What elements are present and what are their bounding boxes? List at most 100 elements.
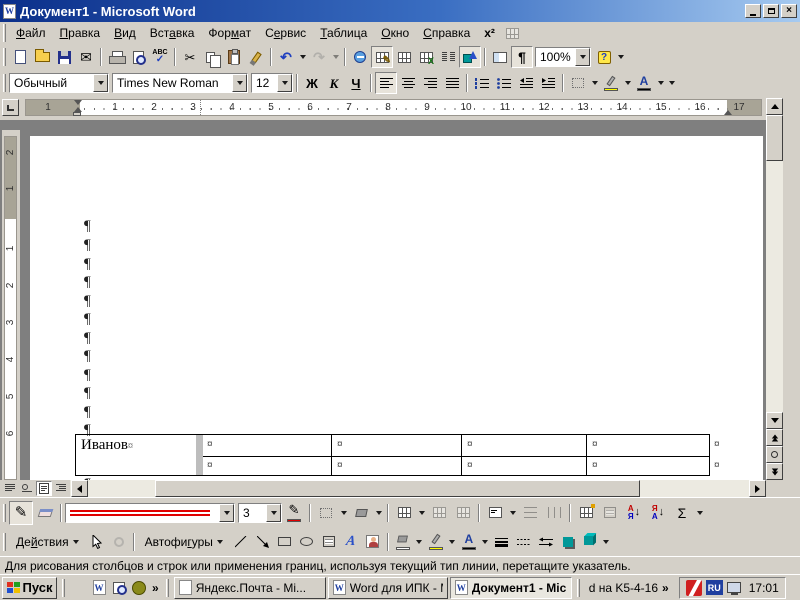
copy-button[interactable] [201,46,223,68]
table-cell-text[interactable]: Иванов¤ [81,437,133,454]
clip-art-button[interactable] [362,531,384,553]
font-color-button[interactable]: А [633,72,655,94]
toolbar-grip[interactable] [3,24,6,42]
menu-insert[interactable]: Вставка [143,24,202,42]
menu-edit[interactable]: Правка [53,24,108,42]
autosum-button[interactable]: Σ [670,501,694,525]
horizontal-scroll-thumb[interactable] [155,480,640,497]
print-preview-button[interactable] [127,46,149,68]
cell-alignment-dropdown[interactable] [507,502,518,524]
task-button-yandex-mail[interactable]: Яндекс.Почта - Mi... [173,576,326,599]
menu-tools[interactable]: Сервис [258,24,313,42]
language-indicator[interactable]: RU [705,580,723,595]
select-objects-button[interactable] [86,531,108,553]
font-dropdown-button[interactable] [232,74,247,92]
arrow-style-button[interactable] [535,531,557,553]
scroll-left-button[interactable] [71,480,88,497]
email-button[interactable]: ✉ [75,46,97,68]
zoom-combobox[interactable]: 100% [535,47,591,67]
numbered-list-button[interactable] [471,72,493,94]
borders-dropdown[interactable] [589,72,600,94]
menu-table[interactable]: Таблица [313,24,374,42]
print-layout-view-button[interactable] [36,481,52,496]
scroll-right-button[interactable] [749,480,766,497]
menu-help[interactable]: Справка [416,24,477,42]
quick-launch-chevron[interactable]: » [150,581,161,595]
borders-button[interactable] [567,72,589,94]
open-button[interactable] [31,46,53,68]
justify-button[interactable] [441,72,463,94]
align-left-button[interactable] [375,72,397,94]
border-color-button[interactable]: ✎ [282,501,306,525]
table-autoformat-button[interactable] [574,501,598,525]
tab-selector-button[interactable] [2,99,19,116]
scheduler-icon[interactable] [130,579,148,597]
task-button-document1[interactable]: W Документ1 - Mic... [449,576,572,599]
line-button[interactable] [230,531,252,553]
tables-and-borders-button[interactable]: ✎ [371,46,393,68]
eraser-button[interactable] [33,501,57,525]
sort-descending-button[interactable]: ЯА ↓ [646,501,670,525]
first-line-indent-marker[interactable] [74,100,82,105]
font-combobox[interactable]: Times New Roman [112,73,248,93]
shading-color-button[interactable] [349,501,373,525]
increase-indent-button[interactable] [537,72,559,94]
draw-table-button[interactable]: ✎ [9,500,33,525]
antivirus-tray-icon[interactable] [685,579,702,596]
menu-window[interactable]: Окно [374,24,416,42]
task-button-word-ipk[interactable]: W Word для ИПК - Mi... [327,576,448,599]
document-page[interactable]: ¶ ¶ ¶ ¶ ¶ ¶ ¶ ¶ ¶ ¶ ¶ ¶ ¶ Иванов¤ ¤ ¤ [30,136,763,480]
vertical-scroll-thumb[interactable] [766,115,783,161]
line-style-combobox[interactable] [65,502,235,523]
outside-border-button[interactable] [314,501,338,525]
undo-dropdown[interactable] [297,46,308,68]
taskbar-grip[interactable] [62,578,65,597]
shading-dropdown[interactable] [373,502,384,524]
toolbar-grip[interactable] [3,74,6,92]
insert-table-button[interactable] [392,501,416,525]
fill-color-dropdown[interactable] [414,531,425,553]
close-button[interactable]: × [781,4,797,18]
draw-menu-button[interactable]: Действия [9,531,86,553]
align-center-button[interactable] [397,72,419,94]
deskband-chevron[interactable]: » [660,581,671,595]
line-color-dropdown[interactable] [447,531,458,553]
insert-excel-button[interactable]: X [415,46,437,68]
right-indent-marker[interactable] [724,110,732,115]
minimize-button[interactable] [745,4,761,18]
arrow-button[interactable] [252,531,274,553]
next-page-button[interactable] [766,463,783,480]
text-box-button[interactable] [318,531,340,553]
internet-explorer-icon[interactable] [70,579,88,597]
word-quick-launch-icon[interactable]: W [90,579,108,597]
highlight-dropdown[interactable] [622,72,633,94]
insert-hyperlink-button[interactable] [349,46,371,68]
cell-alignment-button[interactable] [483,501,507,525]
drawing-button[interactable] [459,46,481,68]
menu-format[interactable]: Формат [201,24,258,42]
change-text-direction-button[interactable] [598,501,622,525]
underline-button[interactable]: Ч [345,72,367,94]
fill-color-button[interactable] [392,531,414,553]
toolbar-grip[interactable] [3,532,6,551]
taskbar-grip[interactable] [576,578,580,597]
threed-button[interactable] [579,531,601,553]
cut-button[interactable]: ✂ [179,46,201,68]
table-column-marker[interactable] [200,100,201,115]
word-app-icon[interactable]: W [3,3,16,19]
new-document-button[interactable] [9,46,31,68]
font-color-dropdown[interactable] [655,72,666,94]
scroll-up-button[interactable] [766,98,783,115]
format-painter-button[interactable] [245,46,267,68]
shadow-button[interactable] [557,531,579,553]
border-dropdown[interactable] [338,502,349,524]
split-cells-button[interactable] [451,501,475,525]
decrease-indent-button[interactable] [515,72,537,94]
superscript-menu-button[interactable]: x² [477,24,502,42]
taskbar-grip[interactable] [165,578,169,597]
document-map-button[interactable] [489,46,511,68]
insert-table-dropdown[interactable] [416,502,427,524]
left-indent-marker[interactable] [73,112,81,116]
zoom-dropdown-button[interactable] [575,48,590,66]
redo-dropdown[interactable] [330,46,341,68]
